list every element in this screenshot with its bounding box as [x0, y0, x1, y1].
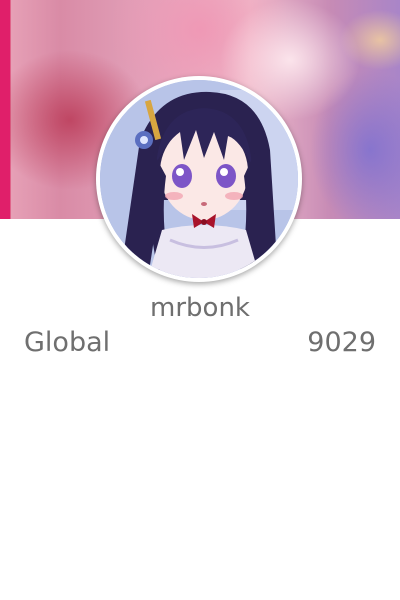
global-rank-label: Global [24, 327, 111, 358]
username: mrbonk [150, 293, 250, 323]
anime-girl-avatar-icon [100, 80, 298, 278]
global-rank-value: 9029 [307, 327, 376, 358]
banner-accent-strip [0, 0, 10, 219]
avatar-frame[interactable] [96, 76, 302, 282]
avatar [100, 80, 298, 278]
